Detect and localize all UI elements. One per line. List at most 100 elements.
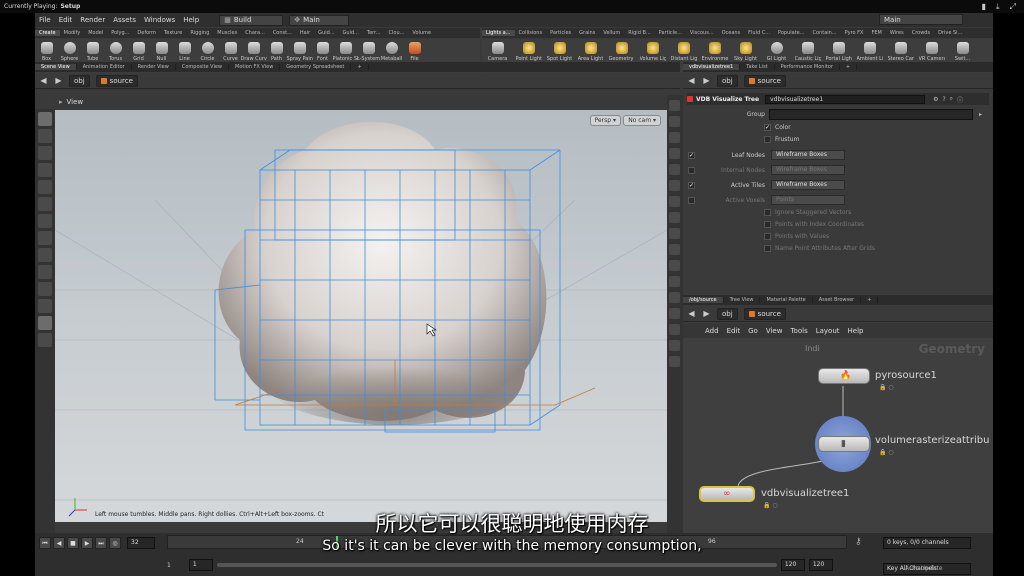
shelf-tab[interactable]: Collisions xyxy=(515,30,547,36)
path-chip-obj[interactable]: obj xyxy=(69,74,90,87)
tab-geometry-spreadsheet[interactable]: Geometry Spreadsheet xyxy=(280,64,352,70)
group-arrow-icon[interactable]: ▸ xyxy=(979,111,982,118)
handle-tool-icon[interactable] xyxy=(38,129,52,143)
bookmark-icon[interactable]: ▮ xyxy=(982,2,986,12)
group-field[interactable] xyxy=(769,109,973,120)
add-tab-icon[interactable]: + xyxy=(861,297,879,303)
shelf-tab[interactable]: Pyro FX xyxy=(841,30,868,36)
shelf-tab[interactable]: Rigid B... xyxy=(624,30,654,36)
color-checkbox[interactable]: ✓ xyxy=(764,124,771,131)
tool-geometry-light[interactable]: Geometry Light xyxy=(606,39,637,62)
shelf-tab[interactable]: Oceans xyxy=(718,30,745,36)
forward-arrow-icon[interactable]: ▶ xyxy=(702,76,711,85)
back-arrow-icon[interactable]: ◀ xyxy=(39,76,48,85)
shelf-tab[interactable]: Fluid C... xyxy=(744,30,774,36)
flipbook-icon[interactable] xyxy=(669,276,680,287)
lasso-tool-icon[interactable] xyxy=(38,282,52,296)
shelf-tab[interactable]: Deform xyxy=(133,30,160,36)
ghost-toggle-icon[interactable] xyxy=(669,244,680,255)
shelf-tab[interactable]: Guid... xyxy=(314,30,338,36)
snapshot-icon[interactable] xyxy=(669,196,680,207)
help-icon[interactable]: ? xyxy=(942,96,945,103)
tool-path[interactable]: Path xyxy=(265,39,288,62)
back-arrow-icon[interactable]: ◀ xyxy=(687,76,696,85)
pose-tool-icon[interactable] xyxy=(38,163,52,177)
menu-windows[interactable]: Windows xyxy=(140,16,179,24)
shelf-tab[interactable]: FEM xyxy=(867,30,885,36)
shelf-tab[interactable]: Const... xyxy=(269,30,296,36)
tool-spot-light[interactable]: Spot Light xyxy=(544,39,575,62)
forward-arrow-icon[interactable]: ▶ xyxy=(54,76,63,85)
active-tiles-checkbox[interactable]: ✓ xyxy=(688,181,695,189)
node-volumerasterize[interactable]: ▮ xyxy=(818,436,870,452)
net-menu-help[interactable]: Help xyxy=(848,327,864,335)
shelf-tab[interactable]: Drive Si... xyxy=(934,30,966,36)
tool-file[interactable]: File xyxy=(403,39,426,62)
brush-tool-icon[interactable] xyxy=(38,231,52,245)
tab-performance-monitor[interactable]: Performance Monitor xyxy=(775,64,840,70)
tab-render-view[interactable]: Render View xyxy=(132,64,176,70)
menu-help[interactable]: Help xyxy=(179,16,203,24)
points-values-checkbox[interactable] xyxy=(764,233,771,240)
path-chip-source[interactable]: source xyxy=(743,74,786,87)
lock-icon[interactable] xyxy=(669,148,680,159)
tab-tree-view[interactable]: Tree View xyxy=(724,297,761,303)
tool-null[interactable]: Null xyxy=(150,39,173,62)
shelf-tab[interactable]: Rigging xyxy=(186,30,213,36)
shelf-tab[interactable]: Volume xyxy=(408,30,435,36)
path-chip-obj[interactable]: obj xyxy=(717,307,738,320)
shelf-tab[interactable]: Muscles xyxy=(213,30,241,36)
tool-line[interactable]: Line xyxy=(173,39,196,62)
desktop-select[interactable]: ▦ Build xyxy=(219,14,284,26)
path-chip-obj[interactable]: obj xyxy=(717,74,738,87)
shelf-tab[interactable]: Particle... xyxy=(655,30,686,36)
normals-icon[interactable] xyxy=(669,324,680,335)
point-numbers-icon[interactable] xyxy=(669,340,680,351)
tool-draw-curve[interactable]: Draw Curve xyxy=(241,39,267,62)
shelf-tab[interactable]: Wires xyxy=(886,30,908,36)
grid-toggle-icon[interactable] xyxy=(669,212,680,223)
persp-menu[interactable]: Persp ▾ xyxy=(589,115,621,126)
scale-tool-icon[interactable] xyxy=(38,214,52,228)
right-desktop-select[interactable]: Main xyxy=(879,14,963,25)
shelf-tab-lights[interactable]: Lights a... xyxy=(482,30,515,36)
auto-update-label[interactable]: Auto Update xyxy=(905,565,943,572)
active-voxels-checkbox[interactable] xyxy=(688,196,695,204)
render-tool-icon[interactable] xyxy=(38,333,52,347)
internal-nodes-checkbox[interactable] xyxy=(688,166,695,174)
range-end-field[interactable]: 120 xyxy=(780,559,805,571)
download-icon[interactable]: ⤓ xyxy=(996,2,1000,12)
tool-point-light[interactable]: Point Light xyxy=(513,39,544,62)
active-voxels-dropdown[interactable]: Points xyxy=(771,195,845,205)
rotate-tool-icon[interactable] xyxy=(38,197,52,211)
fullscreen-icon[interactable]: ⤢ xyxy=(1010,2,1016,12)
net-menu-layout[interactable]: Layout xyxy=(816,327,840,335)
add-tab-icon[interactable]: + xyxy=(840,64,858,70)
tool-spray-paint[interactable]: Spray Paint xyxy=(287,39,313,62)
tab-animation-editor[interactable]: Animation Editor xyxy=(77,64,132,70)
context-select[interactable]: ✥ Main xyxy=(289,14,350,26)
select-tool-icon[interactable] xyxy=(38,112,52,126)
shelf-tab[interactable]: Grains xyxy=(575,30,599,36)
net-menu-edit[interactable]: Edit xyxy=(727,327,741,335)
active-tiles-dropdown[interactable]: Wireframe Boxes xyxy=(771,180,845,190)
shelf-tab[interactable]: Viscous... xyxy=(686,30,718,36)
visualizer-icon[interactable] xyxy=(669,260,680,271)
menu-render[interactable]: Render xyxy=(76,16,109,24)
node-pyrosource[interactable]: 🔥 xyxy=(818,368,870,384)
shelf-tab[interactable]: Clou... xyxy=(385,30,409,36)
shelf-tab[interactable]: Populate... xyxy=(774,30,809,36)
tool-vr-camera[interactable]: VR Camera xyxy=(916,39,947,62)
tool-distant-light[interactable]: Distant Light xyxy=(668,39,699,62)
end-frame-field[interactable]: 120 xyxy=(808,559,833,571)
shelf-tab-create[interactable]: Create xyxy=(35,30,60,36)
shelf-tab[interactable]: Model xyxy=(84,30,107,36)
tab-material-palette[interactable]: Material Palette xyxy=(760,297,813,303)
net-menu-go[interactable]: Go xyxy=(748,327,758,335)
group-tool-icon[interactable] xyxy=(38,299,52,313)
leaf-nodes-checkbox[interactable]: ✓ xyxy=(688,151,695,159)
tab-param-node[interactable]: vdbvisualizetree1 xyxy=(683,64,741,70)
add-tab-icon[interactable]: + xyxy=(351,64,369,70)
path-chip-source[interactable]: source xyxy=(743,307,786,320)
tool-sphere[interactable]: Sphere xyxy=(58,39,81,62)
